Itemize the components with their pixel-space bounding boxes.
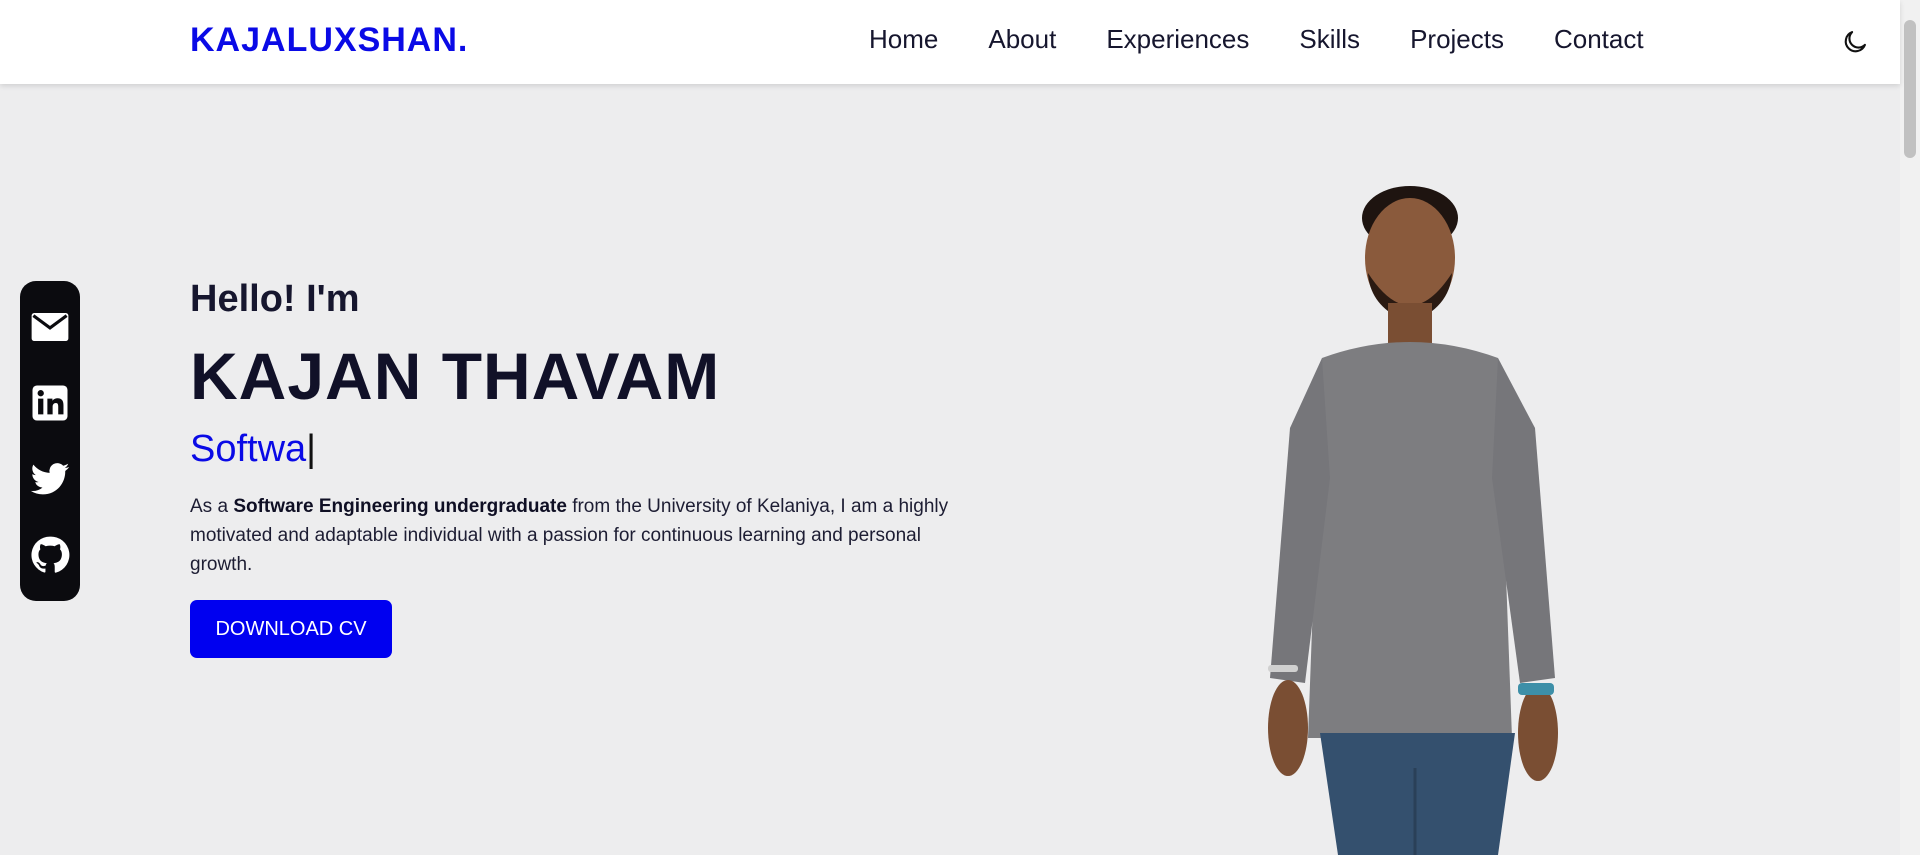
theme-toggle-button[interactable]	[1840, 28, 1870, 58]
brand-logo[interactable]: KAJALUXSHAN.	[190, 21, 468, 60]
typing-caret: |	[306, 428, 317, 470]
nav-about[interactable]: About	[988, 24, 1056, 55]
linkedin-icon	[32, 385, 68, 421]
github-icon	[31, 536, 70, 573]
hero-name: KAJAN THAVAM	[190, 339, 721, 413]
nav-skills[interactable]: Skills	[1299, 24, 1360, 55]
moon-icon	[1844, 31, 1866, 53]
intro-prefix: As a	[190, 496, 234, 517]
intro-emphasis: Software Engineering undergraduate	[233, 496, 567, 517]
typed-role-text: Softwa	[190, 428, 307, 470]
download-cv-button[interactable]: DOWNLOAD CV	[190, 600, 392, 658]
twitter-link[interactable]	[27, 456, 73, 502]
email-link[interactable]	[27, 304, 73, 350]
linkedin-link[interactable]	[27, 380, 73, 426]
social-links-rail	[20, 281, 80, 601]
nav-contact[interactable]: Contact	[1554, 24, 1644, 55]
typed-role: Softwa|	[190, 428, 316, 471]
hero-intro: As a Software Engineering undergraduate …	[190, 492, 970, 579]
nav-home[interactable]: Home	[869, 24, 938, 55]
twitter-icon	[30, 463, 70, 495]
scrollbar-thumb[interactable]	[1904, 20, 1916, 158]
page-scrollbar[interactable]	[1900, 0, 1920, 855]
hero-greeting: Hello! I'm	[190, 278, 360, 320]
nav-experiences[interactable]: Experiences	[1106, 24, 1249, 55]
mail-icon	[31, 313, 69, 341]
profile-photo	[1268, 186, 1558, 855]
nav-links: Home About Experiences Skills Projects C…	[869, 24, 1644, 55]
nav-projects[interactable]: Projects	[1410, 24, 1504, 55]
github-link[interactable]	[27, 532, 73, 578]
navbar: KAJALUXSHAN. Home About Experiences Skil…	[0, 0, 1900, 84]
